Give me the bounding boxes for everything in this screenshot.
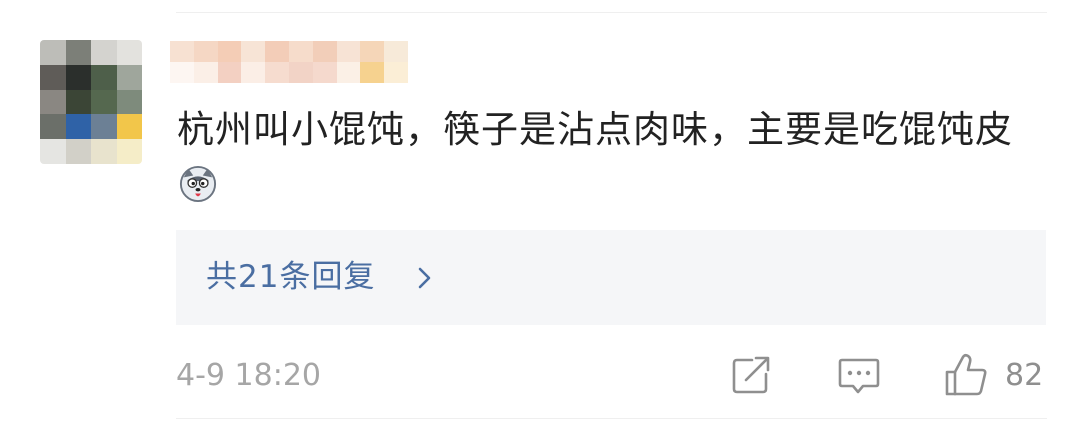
avatar[interactable]	[40, 40, 142, 164]
comment-footer: 4-9 18:20 82	[176, 352, 1047, 398]
husky-dog-emoji-icon	[179, 165, 217, 203]
username[interactable]	[170, 41, 408, 83]
view-replies-label: 共21条回复	[206, 259, 376, 295]
like-count: 82	[1005, 358, 1044, 393]
chevron-right-icon	[418, 267, 431, 289]
share-button[interactable]	[728, 352, 774, 398]
top-divider	[176, 12, 1047, 13]
timestamp: 4-9 18:20	[176, 358, 321, 393]
view-replies-button[interactable]: 共21条回复	[176, 230, 1046, 325]
thumbs-up-icon	[945, 353, 987, 396]
like-button[interactable]: 82	[943, 352, 1063, 398]
bottom-divider	[176, 418, 1047, 419]
comment-body: 杭州叫小馄饨，筷子是沾点肉味，主要是吃馄饨皮	[177, 102, 1047, 214]
comment-text: 杭州叫小馄饨，筷子是沾点肉味，主要是吃馄饨皮	[177, 108, 1013, 151]
comment-bubble-icon	[838, 358, 880, 394]
comment-button[interactable]	[836, 352, 882, 398]
share-arrow-icon	[732, 356, 770, 394]
